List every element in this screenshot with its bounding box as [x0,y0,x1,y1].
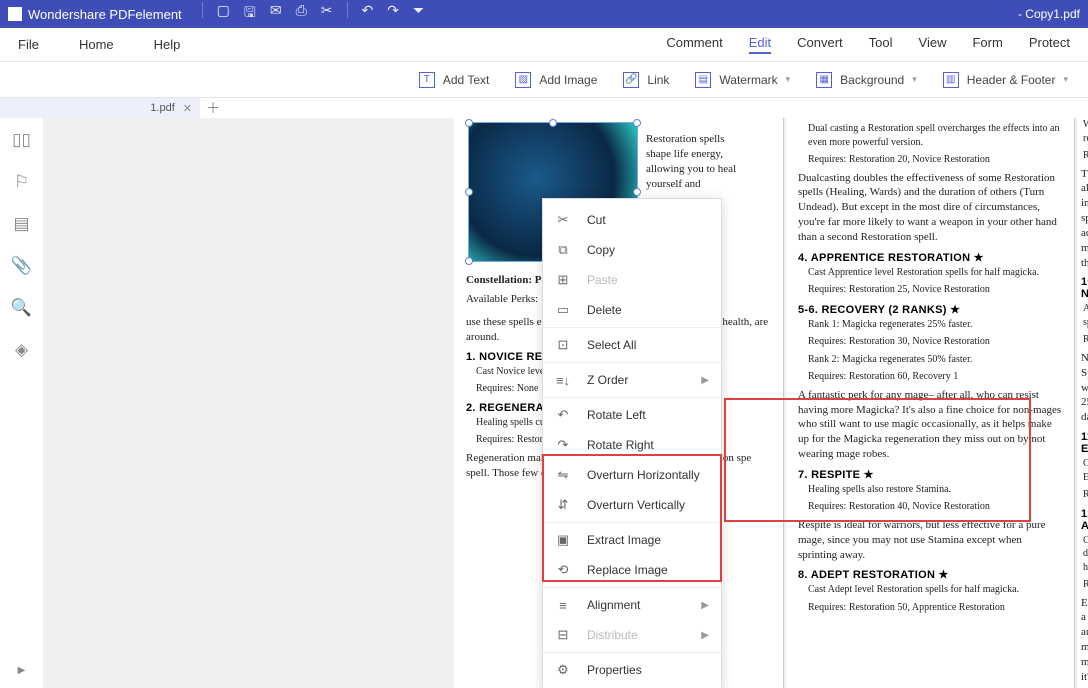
menu-form[interactable]: Form [972,35,1002,54]
tool-background[interactable]: ▦Background ▾ [816,72,917,88]
ctx-rotate-right[interactable]: ↷Rotate Right [543,430,721,460]
search-icon[interactable]: 🔍 [11,298,32,318]
menu-file[interactable]: File [18,37,39,52]
expand-sidebar-icon[interactable]: ▶ [18,665,26,676]
menu-comment[interactable]: Comment [666,35,722,54]
page-canvas[interactable]: Restoration spells shape life energy, al… [44,118,1088,688]
ctx-properties[interactable]: ⚙Properties [543,655,721,685]
ctx-z-order[interactable]: ≡↓Z Order▶ [543,365,721,395]
menu-convert[interactable]: Convert [797,35,843,54]
ctx-replace-image[interactable]: ⟲Replace Image [543,555,721,585]
menu-tool[interactable]: Tool [869,35,893,54]
ctx-delete[interactable]: ▭Delete [543,295,721,325]
undo-icon[interactable]: ↶ [362,2,374,26]
ctx-alignment[interactable]: ≡Alignment▶ [543,590,721,620]
pdf-page: Dual casting a Restoration spell overcha… [786,118,1075,688]
tool-header-footer[interactable]: ▥Header & Footer ▾ [943,72,1068,88]
ctx-distribute: ⊟Distribute▶ [543,620,721,650]
app-logo [8,7,22,21]
tab-label: 1.pdf [150,102,174,114]
ctx-extract-image[interactable]: ▣Extract Image [543,525,721,555]
attachments-icon[interactable]: 📎 [11,256,32,276]
menu-help[interactable]: Help [154,37,181,52]
document-tab[interactable]: 1.pdf ✕ [0,98,200,118]
workspace: ▯▯ ⚐ ▤ 📎 🔍 ◈ ▶ Restoration spells shape … [0,118,1088,688]
title-bar: Wondershare PDFelement ▢ 🖫 ✉ ⎙ ✂ ↶ ↷ ⏷ -… [0,0,1088,28]
ctx-cut[interactable]: ✂Cut [543,205,721,235]
mail-icon[interactable]: ✉ [270,2,282,26]
bookmark-icon[interactable]: ⚐ [14,172,29,192]
ctx-rotate-left[interactable]: ↶Rotate Left [543,400,721,430]
ctx-copy[interactable]: ⧉Copy [543,235,721,265]
menu-view[interactable]: View [919,35,947,54]
open-icon[interactable]: ▢ [217,2,230,26]
app-name: Wondershare PDFelement [28,7,182,22]
new-tab-button[interactable]: ＋ [206,98,220,118]
tool-add-image[interactable]: ▧Add Image [515,72,597,88]
comments-icon[interactable]: ▤ [13,214,29,234]
ctx-overturn-horizontally[interactable]: ⇋Overturn Horizontally [543,460,721,490]
titlebar-tools: ▢ 🖫 ✉ ⎙ ✂ ↶ ↷ ⏷ [202,2,425,26]
pdf-page: Wards rec Requires: This perk al incomin… [1077,118,1088,688]
ctx-select-all[interactable]: ⊡Select All [543,330,721,360]
menu-home[interactable]: Home [79,37,114,52]
tool-link[interactable]: 🔗Link [623,72,669,88]
print-icon[interactable]: ⎙ [296,2,307,26]
close-tab-icon[interactable]: ✕ [183,102,192,115]
thumbnails-icon[interactable]: ▯▯ [12,130,31,150]
menu-bar: File Home Help Comment Edit Convert Tool View F… [0,28,1088,62]
menu-protect[interactable]: Protect [1029,35,1070,54]
redo-icon[interactable]: ↷ [387,2,399,26]
sidebar: ▯▯ ⚐ ▤ 📎 🔍 ◈ ▶ [0,118,44,688]
cut-icon[interactable]: ✂ [321,2,333,26]
ctx-paste: ⊞Paste [543,265,721,295]
tool-watermark[interactable]: ▤Watermark ▾ [695,72,790,88]
layers-icon[interactable]: ◈ [15,340,28,360]
document-tabs: 1.pdf ✕ ＋ [0,98,1088,118]
save-icon[interactable]: 🖫 [244,2,256,26]
more-icon[interactable]: ⏷ [413,2,424,26]
ctx-overturn-vertically[interactable]: ⇵Overturn Vertically [543,490,721,520]
tool-add-text[interactable]: TAdd Text [419,72,489,88]
edit-toolbar: TAdd Text ▧Add Image 🔗Link ▤Watermark ▾ ▦Bac… [0,62,1088,98]
menu-edit[interactable]: Edit [749,35,771,54]
image-context-menu: ✂Cut⧉Copy⊞Paste▭Delete ⊡Select All ≡↓Z Ord… [542,198,722,688]
title-filename: - Copy1.pdf [1018,7,1080,21]
